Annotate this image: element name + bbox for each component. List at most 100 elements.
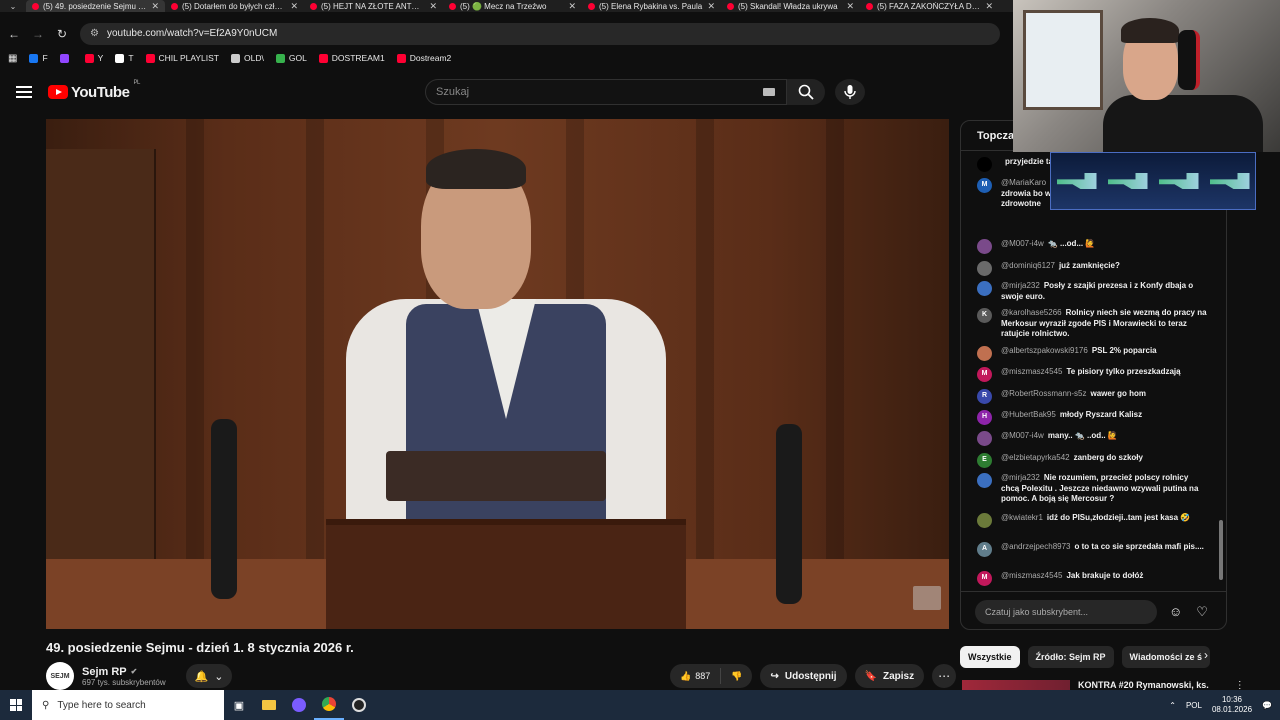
chat-avatar[interactable] — [977, 473, 992, 488]
chat-username[interactable]: @albertszpakowski9176 — [1001, 346, 1088, 355]
browser-tab[interactable]: (5) 🟢 Mecz na Trzeźwo ✕ — [443, 0, 582, 12]
bookmark-item[interactable]: T — [115, 53, 134, 63]
browser-tab[interactable]: (5) Skandal! Władza ukrywa ✕ — [721, 0, 860, 12]
clock[interactable]: 10:36 08.01.2026 — [1212, 695, 1252, 715]
bookmark-item[interactable]: Dostream2 — [396, 53, 451, 63]
reload-icon[interactable]: ↻ — [50, 27, 74, 41]
chevron-up-icon[interactable]: ⌃ — [1169, 701, 1176, 710]
menu-icon[interactable] — [16, 86, 32, 98]
share-button[interactable]: ↪ Udostępnij — [760, 664, 847, 688]
browser-tab[interactable]: (5) FAZA ZAKOŃCZYŁA DZIAŁANIE ✕ — [860, 0, 999, 12]
dislike-button[interactable]: 👎 — [721, 671, 752, 682]
forward-icon[interactable]: → — [26, 27, 50, 41]
chat-username[interactable]: @miszmasz4545 — [1001, 367, 1062, 376]
save-button[interactable]: 🔖 Zapisz — [854, 664, 925, 688]
chat-avatar[interactable]: E — [977, 453, 992, 468]
chat-username[interactable]: @RobertRossmann-s5z — [1001, 389, 1086, 398]
apps-grid-icon[interactable]: ▦ — [8, 53, 17, 64]
bookmark-item[interactable] — [59, 53, 73, 63]
search-input[interactable]: Szukaj — [425, 79, 787, 105]
file-explorer-icon[interactable] — [254, 690, 284, 720]
chat-avatar[interactable]: M — [977, 367, 992, 382]
chat-input[interactable]: Czatuj jako subskrybent... — [975, 599, 1157, 624]
filter-chip[interactable]: Wiadomości ze ś — [1121, 646, 1210, 668]
taskbar-search-placeholder: Type here to search — [57, 699, 146, 711]
keyboard-icon[interactable] — [763, 88, 775, 96]
chat-avatar[interactable] — [977, 157, 992, 172]
chat-avatar[interactable]: A — [977, 542, 992, 557]
chat-avatar[interactable] — [977, 346, 992, 361]
filter-chip[interactable]: Wszystkie — [960, 646, 1020, 668]
channel-name[interactable]: Sejm RP — [82, 666, 127, 678]
bookmark-item[interactable]: F — [29, 53, 48, 63]
voice-search-button[interactable] — [835, 79, 865, 105]
chat-scrollbar[interactable] — [1219, 520, 1223, 580]
youtube-logo[interactable]: YouTube PL — [48, 80, 140, 101]
chat-avatar[interactable]: M — [977, 571, 992, 586]
chat-text: 🐀 ...od... 🙋 — [1047, 239, 1096, 248]
site-settings-icon[interactable]: ⚙ — [90, 28, 99, 39]
chat-avatar[interactable] — [977, 513, 992, 528]
chat-avatar[interactable]: H — [977, 410, 992, 425]
bookmark-item[interactable]: OLD\ — [231, 53, 264, 63]
chat-username[interactable]: @MariaKaro — [1001, 178, 1046, 187]
url-bar[interactable]: ⚙ youtube.com/watch?v=Ef2A9Y0nUCM — [80, 22, 1000, 45]
chevron-right-icon[interactable]: › — [1204, 648, 1208, 662]
chat-avatar[interactable]: M — [977, 178, 992, 193]
like-button[interactable]: 👍 887 — [670, 671, 720, 682]
close-icon[interactable]: ✕ — [429, 1, 437, 12]
browser-tab[interactable]: (5) 49. posiedzenie Sejmu - dzień 1✕ — [26, 0, 165, 12]
browser-tab[interactable]: (5) Elena Rybakina vs. Paula ✕ — [582, 0, 721, 12]
chat-avatar[interactable] — [977, 261, 992, 276]
close-icon[interactable]: ✕ — [151, 1, 159, 12]
chat-text: młody Ryszard Kalisz — [1059, 410, 1143, 419]
emoji-icon[interactable]: ☺ — [1169, 604, 1182, 619]
start-button[interactable] — [0, 690, 32, 720]
task-view-icon[interactable]: ▣ — [224, 690, 254, 720]
close-icon[interactable]: ✕ — [846, 1, 854, 12]
chat-username[interactable]: @dominiq6127 — [1001, 261, 1055, 270]
language-indicator[interactable]: POL — [1186, 701, 1202, 710]
subscription-bell-button[interactable]: 🔔 ⌄ — [186, 664, 232, 688]
chat-avatar[interactable]: R — [977, 389, 992, 404]
tab-search-chevron-icon[interactable]: ⌄ — [0, 0, 26, 12]
chat-username[interactable]: @M007-i4w — [1001, 239, 1044, 248]
chat-message-list[interactable]: przyjedzie taM@MariaKarorolników prze...… — [961, 151, 1226, 589]
filter-chip[interactable]: Źródło: Sejm RP — [1027, 646, 1114, 668]
chat-avatar[interactable] — [977, 281, 992, 296]
close-icon[interactable]: ✕ — [290, 1, 298, 12]
bookmark-item[interactable]: GOL — [275, 53, 307, 63]
back-icon[interactable]: ← — [2, 27, 26, 41]
browser-tab[interactable]: (5) HEJT NA ZŁOTE ANTONÓWKI ✕ — [304, 0, 443, 12]
chat-username[interactable]: @andrzejpech8973 — [1001, 542, 1071, 551]
chat-username[interactable]: @karolhase5266 — [1001, 308, 1062, 317]
messenger-app-icon[interactable] — [284, 690, 314, 720]
chat-username[interactable]: @elzbietapyrka542 — [1001, 453, 1070, 462]
browser-tab[interactable]: (5) Dotarłem do byłych członków ✕ — [165, 0, 304, 12]
search-button[interactable] — [787, 79, 825, 105]
notifications-icon[interactable]: 💬 — [1262, 701, 1272, 710]
bookmark-item[interactable]: DOSTREAM1 — [318, 53, 385, 63]
chat-username[interactable]: @mirja232 — [1001, 281, 1040, 290]
video-player[interactable] — [46, 119, 949, 629]
bookmark-item[interactable]: CHIL PLAYLIST — [145, 53, 219, 63]
chat-avatar[interactable] — [977, 239, 992, 254]
bookmark-favicon-icon — [115, 53, 125, 63]
chat-username[interactable]: @kwiatekr1 — [1001, 513, 1043, 522]
taskbar-search-input[interactable]: ⚲ Type here to search — [32, 690, 224, 720]
close-icon[interactable]: ✕ — [568, 1, 576, 12]
chrome-icon[interactable] — [314, 690, 344, 720]
chat-username[interactable]: @HubertBak95 — [1001, 410, 1056, 419]
heart-icon[interactable]: ♡ — [1196, 604, 1208, 620]
chat-avatar[interactable] — [977, 431, 992, 446]
bookmark-item[interactable]: Y — [84, 53, 103, 63]
chat-username[interactable]: @mirja232 — [1001, 473, 1040, 482]
chat-username[interactable]: @miszmasz4545 — [1001, 571, 1062, 580]
close-icon[interactable]: ✕ — [985, 1, 993, 12]
obs-icon[interactable] — [344, 690, 374, 720]
chat-username[interactable]: @M007-i4w — [1001, 431, 1044, 440]
more-actions-icon[interactable]: ⋯ — [932, 664, 957, 688]
channel-avatar[interactable]: SEJM — [46, 662, 74, 690]
close-icon[interactable]: ✕ — [707, 1, 715, 12]
chat-avatar[interactable]: K — [977, 308, 992, 323]
